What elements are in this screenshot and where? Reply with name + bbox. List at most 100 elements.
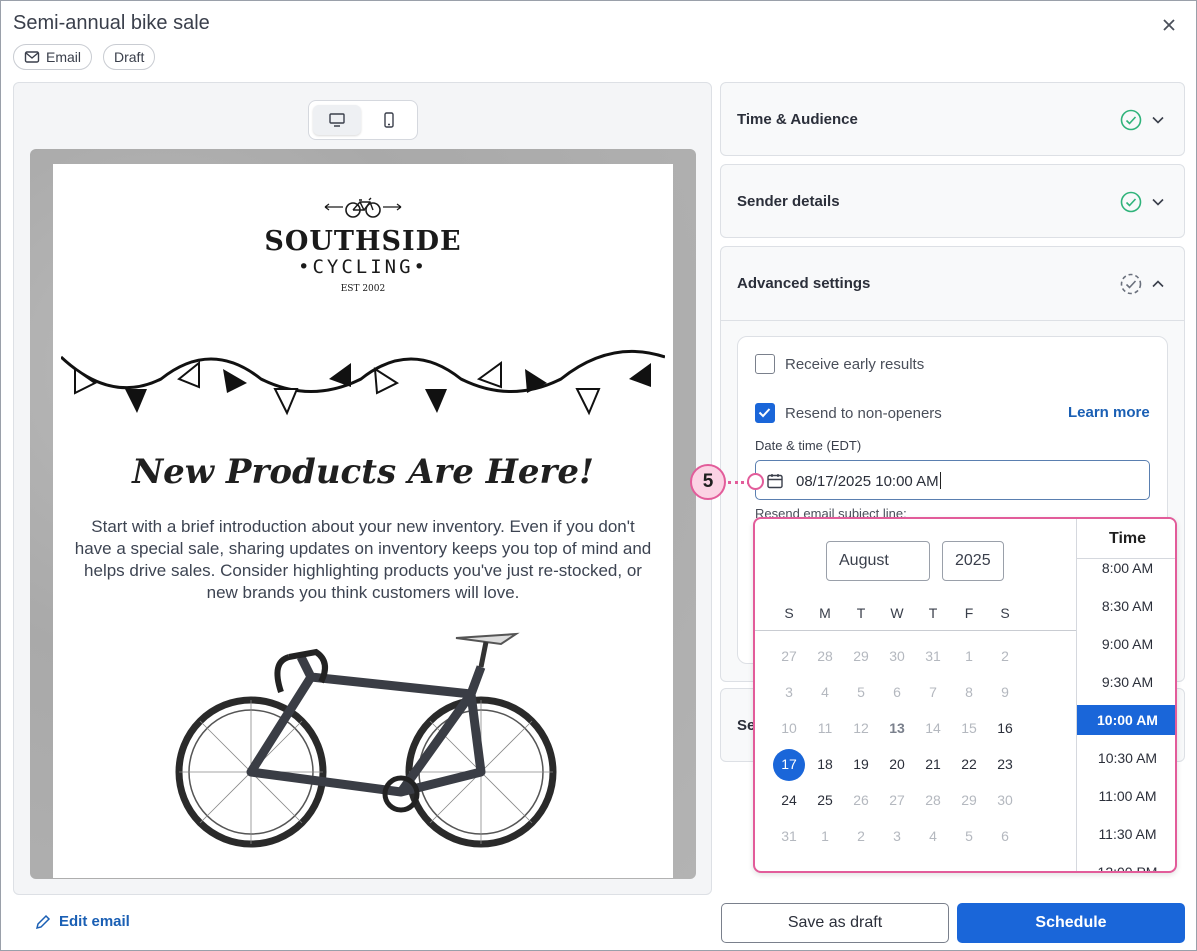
month-select[interactable]: August bbox=[826, 541, 930, 581]
save-draft-button[interactable]: Save as draft bbox=[721, 903, 949, 943]
calendar-day[interactable]: 26 bbox=[843, 792, 879, 808]
calendar-day: 2 bbox=[1001, 648, 1009, 664]
calendar-day: 14 bbox=[925, 720, 941, 736]
sender-details-title: Sender details bbox=[737, 193, 840, 210]
calendar-day[interactable]: 29 bbox=[843, 648, 879, 664]
section-divider bbox=[721, 320, 1184, 321]
desktop-view-button[interactable] bbox=[313, 105, 361, 135]
calendar-day[interactable]: 27 bbox=[771, 648, 807, 664]
calendar-day[interactable]: 1 bbox=[807, 828, 843, 844]
time-option[interactable]: 9:00 AM bbox=[1077, 629, 1175, 659]
pencil-icon bbox=[35, 914, 51, 929]
time-audience-title: Time & Audience bbox=[737, 111, 858, 128]
calendar-day[interactable]: 19 bbox=[843, 756, 879, 772]
calendar-day[interactable]: 3 bbox=[879, 828, 915, 844]
calendar-day[interactable]: 2 bbox=[843, 828, 879, 844]
calendar-day: 7 bbox=[929, 684, 937, 700]
chevron-down-icon[interactable] bbox=[1151, 195, 1165, 209]
calendar-day: 9 bbox=[1001, 684, 1009, 700]
calendar-day[interactable]: 20 bbox=[879, 756, 915, 772]
datetime-input[interactable]: 08/17/2025 10:00 AM bbox=[755, 460, 1150, 500]
dashed-check-circle-icon bbox=[1120, 273, 1142, 295]
calendar-day[interactable]: 22 bbox=[951, 756, 987, 772]
learn-more-link[interactable]: Learn more bbox=[1068, 404, 1150, 421]
draft-tag-label: Draft bbox=[114, 49, 145, 65]
calendar-icon bbox=[767, 474, 783, 489]
calendar-day[interactable]: 27 bbox=[879, 792, 915, 808]
calendar-day[interactable]: 18 bbox=[807, 756, 843, 772]
step-target-ring bbox=[747, 473, 764, 490]
time-audience-section[interactable]: Time & Audience bbox=[720, 82, 1185, 156]
calendar-day: 13 bbox=[889, 720, 905, 736]
calendar-day[interactable]: 5 bbox=[951, 828, 987, 844]
chevron-down-icon[interactable] bbox=[1151, 113, 1165, 127]
early-results-label: Receive early results bbox=[785, 356, 925, 373]
device-toggle bbox=[308, 100, 418, 140]
calendar-day[interactable]: 28 bbox=[807, 648, 843, 664]
checkmark-icon bbox=[758, 408, 771, 418]
calendar-day[interactable]: 29 bbox=[951, 792, 987, 808]
calendar-day-selected[interactable]: 17 bbox=[771, 756, 807, 772]
datetime-label: Date & time (EDT) bbox=[755, 438, 862, 453]
time-option-selected[interactable]: 10:00 AM bbox=[1077, 705, 1175, 735]
calendar-day[interactable]: 31 bbox=[915, 648, 951, 664]
calendar-day[interactable]: 21 bbox=[915, 756, 951, 772]
chevron-up-icon[interactable] bbox=[1151, 277, 1165, 291]
calendar-day: 1 bbox=[965, 648, 973, 664]
close-icon[interactable] bbox=[1158, 14, 1180, 36]
draft-tag: Draft bbox=[103, 44, 156, 70]
campaign-title: Semi-annual bike sale bbox=[13, 12, 210, 34]
desktop-icon bbox=[329, 113, 345, 127]
calendar-day: 15 bbox=[961, 720, 977, 736]
time-option[interactable]: 11:30 AM bbox=[1077, 819, 1175, 849]
calendar-divider bbox=[755, 630, 1076, 631]
calendar-day[interactable]: 30 bbox=[987, 792, 1023, 808]
resend-label: Resend to non-openers bbox=[785, 405, 942, 422]
weekday-header: M bbox=[819, 605, 831, 621]
calendar-day: 12 bbox=[853, 720, 869, 736]
time-option[interactable]: 9:30 AM bbox=[1077, 667, 1175, 697]
calendar-day: 11 bbox=[817, 720, 833, 736]
schedule-button[interactable]: Schedule bbox=[957, 903, 1185, 943]
road-bike-image bbox=[175, 632, 557, 848]
mobile-icon bbox=[384, 112, 394, 128]
step-number-badge: 5 bbox=[690, 464, 726, 500]
calendar-day[interactable]: 30 bbox=[879, 648, 915, 664]
text-caret bbox=[939, 472, 941, 489]
weekday-header: S bbox=[1000, 605, 1010, 621]
calendar-day[interactable]: 16 bbox=[987, 720, 1023, 736]
time-header: Time bbox=[1077, 519, 1175, 559]
calendar-day: 8 bbox=[965, 684, 973, 700]
early-results-checkbox[interactable] bbox=[755, 354, 775, 374]
calendar-day[interactable]: 31 bbox=[771, 828, 807, 844]
envelope-icon bbox=[24, 51, 40, 63]
calendar-day[interactable]: 6 bbox=[987, 828, 1023, 844]
bunting-banner bbox=[61, 349, 665, 416]
email-content: SOUTHSIDE •CYCLING• EST 2002 New Product… bbox=[53, 164, 673, 878]
check-circle-icon bbox=[1120, 109, 1142, 131]
time-option[interactable]: 10:30 AM bbox=[1077, 743, 1175, 773]
time-option[interactable]: 12:00 PM bbox=[1077, 857, 1175, 871]
calendar-day: 6 bbox=[893, 684, 901, 700]
calendar-day[interactable]: 28 bbox=[915, 792, 951, 808]
time-option[interactable]: 11:00 AM bbox=[1077, 781, 1175, 811]
edit-email-link[interactable]: Edit email bbox=[35, 913, 130, 930]
calendar-day: 5 bbox=[857, 684, 865, 700]
email-tag-label: Email bbox=[46, 49, 82, 65]
email-preview-panel: SOUTHSIDE •CYCLING• EST 2002 New Product… bbox=[13, 82, 712, 895]
time-option[interactable]: 8:30 AM bbox=[1077, 591, 1175, 621]
calendar-day[interactable]: 23 bbox=[987, 756, 1023, 772]
resend-checkbox[interactable] bbox=[755, 403, 775, 423]
calendar-day[interactable]: 24 bbox=[771, 792, 807, 808]
edit-email-label: Edit email bbox=[59, 913, 130, 930]
time-list: 8:00 AM 8:30 AM 9:00 AM 9:30 AM 10:00 AM 10:3… bbox=[1076, 519, 1175, 871]
datetime-picker: August 2025 SMTWTFS 27 28 29 30 31 1 2 3 4 5 6 7 8 9 1… bbox=[753, 517, 1177, 873]
calendar-day[interactable]: 25 bbox=[807, 792, 843, 808]
mobile-view-button[interactable] bbox=[365, 105, 413, 135]
calendar-day: 3 bbox=[785, 684, 793, 700]
calendar-day: 10 bbox=[781, 720, 797, 736]
year-select[interactable]: 2025 bbox=[942, 541, 1004, 581]
calendar-day[interactable]: 4 bbox=[915, 828, 951, 844]
sender-details-section[interactable]: Sender details bbox=[720, 164, 1185, 238]
weekday-header: S bbox=[784, 605, 794, 621]
